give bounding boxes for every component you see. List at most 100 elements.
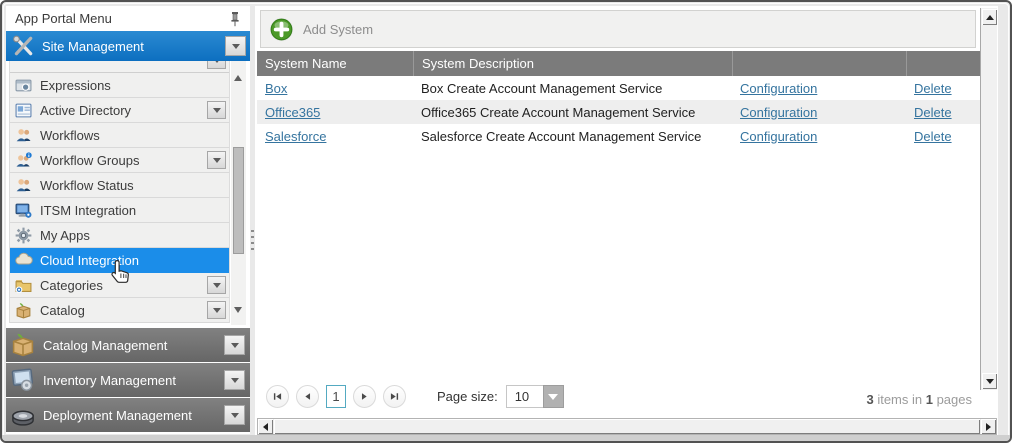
table-row: Salesforce Salesforce Create Account Man…: [257, 124, 981, 148]
page-size-dropdown-button[interactable]: [543, 385, 564, 408]
workflow-status-icon: [15, 177, 33, 194]
chevron-down-icon: [213, 61, 221, 63]
previous-page-button[interactable]: [296, 385, 319, 408]
sidebar-item-expressions[interactable]: Expressions: [10, 73, 229, 98]
delete-link[interactable]: Delete: [914, 105, 952, 120]
inventory-management-icon: [10, 367, 37, 393]
pager: 1 Page size: 10: [266, 385, 564, 408]
sidebar-item-categories[interactable]: Categories: [10, 273, 229, 298]
sidebar-item-label: Catalog: [40, 303, 85, 318]
system-description-cell: Box Create Account Management Service: [413, 81, 732, 96]
itsm-integration-icon: [15, 202, 33, 219]
vertical-scrollbar[interactable]: [980, 8, 997, 390]
sidebar-item-my-apps[interactable]: My Apps: [10, 223, 229, 248]
page-size-dropdown[interactable]: 10: [506, 385, 564, 408]
pages-text: pages: [933, 392, 972, 407]
chevron-down-icon: [213, 308, 221, 313]
scroll-up-button[interactable]: [982, 9, 997, 25]
scrollbar-thumb[interactable]: [274, 419, 980, 434]
sidebar: App Portal Menu Site Management: [6, 6, 250, 434]
add-system-button[interactable]: Add System: [269, 17, 373, 42]
column-header-system-name[interactable]: System Name: [257, 51, 413, 76]
scroll-right-button[interactable]: [981, 419, 996, 434]
dropdown-button[interactable]: [207, 61, 226, 69]
sidebar-item-catalog[interactable]: Catalog: [10, 298, 229, 323]
sidebar-group-inventory-management[interactable]: Inventory Management: [6, 363, 250, 397]
scroll-down-icon[interactable]: [234, 307, 242, 313]
chevron-down-icon: [232, 44, 240, 49]
sidebar-scrollbar[interactable]: [231, 61, 246, 325]
column-header-system-description[interactable]: System Description: [413, 51, 732, 76]
expressions-icon: [15, 77, 33, 94]
next-page-button[interactable]: [353, 385, 376, 408]
sidebar-item-clipped[interactable]: [10, 61, 229, 73]
sidebar-group-site-management[interactable]: Site Management: [6, 31, 250, 61]
delete-link[interactable]: Delete: [914, 81, 952, 96]
sidebar-item-active-directory[interactable]: Active Directory: [10, 98, 229, 123]
toolbar: Add System: [260, 10, 976, 48]
sidebar-title-bar: App Portal Menu: [6, 6, 250, 31]
sidebar-bottom-groups: Catalog Management Inventory Management …: [6, 328, 250, 433]
deployment-management-icon: [10, 402, 37, 428]
sidebar-group-label: Deployment Management: [43, 408, 192, 423]
sidebar-item-workflows[interactable]: Workflows: [10, 123, 229, 148]
sidebar-item-label: Workflows: [40, 128, 100, 143]
scrollbar-thumb[interactable]: [233, 147, 244, 254]
last-page-button[interactable]: [383, 385, 406, 408]
workflow-groups-icon: [15, 152, 33, 169]
sidebar-group-catalog-management[interactable]: Catalog Management: [6, 328, 250, 362]
sidebar-item-cloud-integration[interactable]: Cloud Integration: [10, 248, 229, 273]
active-directory-icon: [15, 102, 33, 119]
configuration-link[interactable]: Configuration: [740, 105, 817, 120]
system-name-link[interactable]: Salesforce: [265, 129, 326, 144]
scroll-left-button[interactable]: [258, 419, 273, 434]
site-management-tools-icon: [11, 34, 35, 58]
dropdown-button[interactable]: [207, 276, 226, 294]
scroll-down-icon: [986, 379, 994, 384]
configuration-link[interactable]: Configuration: [740, 129, 817, 144]
table-header: System Name System Description: [257, 51, 981, 76]
dropdown-button[interactable]: [224, 370, 245, 390]
catalog-package-icon: [15, 302, 33, 319]
current-page-button[interactable]: 1: [326, 385, 346, 408]
dropdown-button[interactable]: [224, 335, 245, 355]
dropdown-button[interactable]: [207, 101, 226, 119]
dropdown-button[interactable]: [225, 36, 246, 56]
first-page-button[interactable]: [266, 385, 289, 408]
sidebar-group-deployment-management[interactable]: Deployment Management: [6, 398, 250, 432]
sidebar-item-itsm-integration[interactable]: ITSM Integration: [10, 198, 229, 223]
workflows-icon: [15, 127, 33, 144]
scroll-up-icon[interactable]: [234, 75, 242, 81]
system-name-link[interactable]: Box: [265, 81, 287, 96]
system-name-link[interactable]: Office365: [265, 105, 320, 120]
chevron-down-icon: [231, 413, 239, 418]
sidebar-group-label: Catalog Management: [43, 338, 167, 353]
scroll-right-icon: [986, 423, 991, 431]
sidebar-item-workflow-groups[interactable]: Workflow Groups: [10, 148, 229, 173]
chevron-down-icon: [213, 158, 221, 163]
table-row: Office365 Office365 Create Account Manag…: [257, 100, 981, 124]
cloud-icon: [15, 252, 33, 269]
sidebar-item-label: My Apps: [40, 228, 90, 243]
pin-icon[interactable]: [229, 11, 241, 27]
horizontal-scrollbar[interactable]: [257, 418, 997, 435]
chevron-down-icon: [213, 283, 221, 288]
delete-link[interactable]: Delete: [914, 129, 952, 144]
app-window: App Portal Menu Site Management: [0, 0, 1012, 443]
table-row: Box Box Create Account Management Servic…: [257, 76, 981, 100]
sidebar-item-label: Workflow Groups: [40, 153, 139, 168]
items-count: 3: [866, 392, 873, 407]
dropdown-button[interactable]: [207, 301, 226, 319]
categories-folder-icon: [15, 277, 33, 294]
sidebar-item-label: Active Directory: [40, 103, 131, 118]
sidebar-item-workflow-status[interactable]: Workflow Status: [10, 173, 229, 198]
scroll-down-button[interactable]: [982, 373, 997, 389]
page-size-label: Page size:: [437, 389, 498, 404]
dropdown-button[interactable]: [207, 151, 226, 169]
dropdown-button[interactable]: [224, 405, 245, 425]
chevron-down-icon: [213, 108, 221, 113]
column-header-configuration: [732, 51, 906, 76]
configuration-link[interactable]: Configuration: [740, 81, 817, 96]
sidebar-group-label: Inventory Management: [43, 373, 176, 388]
sidebar-title: App Portal Menu: [15, 11, 112, 26]
